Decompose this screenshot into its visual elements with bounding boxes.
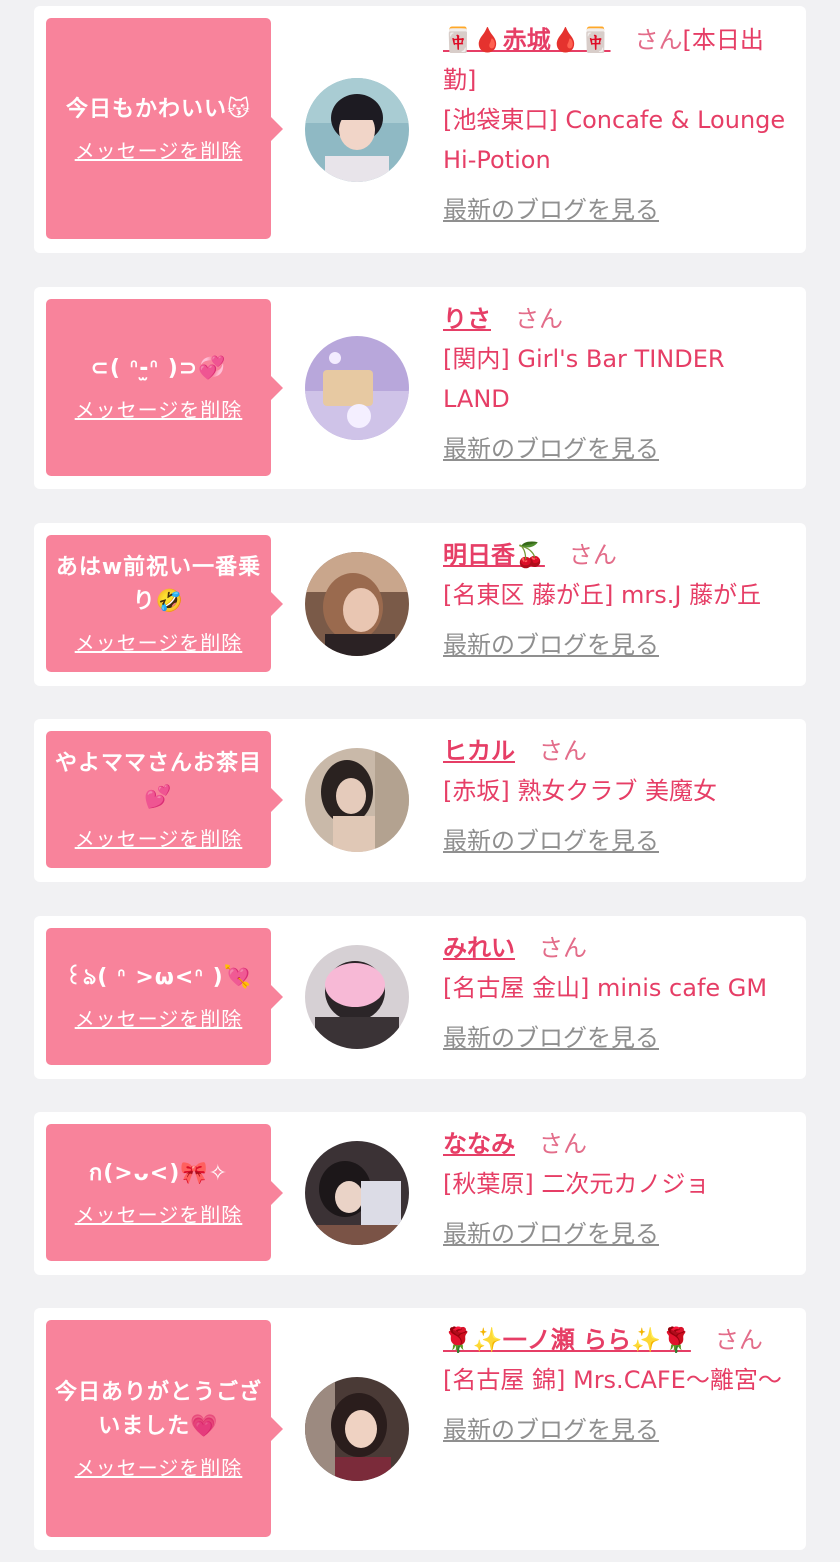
message-text: ก(>ᴗ<)🎀✧ — [88, 1161, 229, 1186]
latest-blog-link[interactable]: 最新のブログを見る — [443, 821, 659, 861]
cast-name-link[interactable]: ななみ — [443, 1130, 515, 1158]
avatar[interactable] — [305, 1377, 409, 1481]
message-list: 今日もかわいい😽 メッセージを削除 🀄🩸赤城🩸🀄 さん[本日出勤] [池袋東口] … — [0, 0, 840, 1562]
message-bubble: ꒰ঌ( ᐢ >ω<ᐢ )💘 メッセージを削除 — [46, 928, 283, 1065]
message-text: ⊂( ᐢ-̫ᐢ )⊃💞 — [90, 356, 227, 381]
avatar[interactable] — [305, 748, 409, 852]
list-item: ꒰ঌ( ᐢ >ω<ᐢ )💘 メッセージを削除 みれい さん [名古屋 金山] mi… — [34, 916, 806, 1079]
honorific: さん — [634, 26, 683, 54]
cast-name-link[interactable]: 明日香🍒 — [443, 541, 545, 569]
avatar[interactable] — [305, 552, 409, 656]
message-text: 今日ありがとうございました💗 — [54, 1380, 262, 1439]
latest-blog-link[interactable]: 最新のブログを見る — [443, 1410, 659, 1450]
message-bubble: あはw前祝い一番乗り🤣 メッセージを削除 — [46, 535, 283, 672]
avatar[interactable] — [305, 78, 409, 182]
message-bubble: ⊂( ᐢ-̫ᐢ )⊃💞 メッセージを削除 — [46, 299, 283, 476]
cast-name-link[interactable]: ヒカル — [443, 737, 515, 765]
cast-info: 🀄🩸赤城🩸🀄 さん[本日出勤] [池袋東口] Concafe & Lounge H… — [443, 20, 795, 230]
message-bubble: 今日もかわいい😽 メッセージを削除 — [46, 18, 283, 239]
latest-blog-link[interactable]: 最新のブログを見る — [443, 1214, 659, 1254]
delete-message-link[interactable]: メッセージを削除 — [75, 627, 243, 656]
delete-message-link[interactable]: メッセージを削除 — [75, 135, 243, 164]
shop-name: [関内] Girl's Bar TINDER LAND — [443, 345, 725, 413]
delete-message-link[interactable]: メッセージを削除 — [75, 1199, 243, 1228]
delete-message-link[interactable]: メッセージを削除 — [75, 823, 243, 852]
honorific: さん — [539, 1130, 587, 1158]
avatar[interactable] — [305, 336, 409, 440]
shop-name: [赤坂] 熟女クラブ 美魔女 — [443, 777, 717, 805]
cast-info: ヒカル さん [赤坂] 熟女クラブ 美魔女 最新のブログを見る — [443, 731, 795, 861]
list-item: ⊂( ᐢ-̫ᐢ )⊃💞 メッセージを削除 りさ さん [関内] Girl's Ba… — [34, 287, 806, 489]
cast-name-link[interactable]: りさ — [443, 305, 491, 333]
shop-name: [池袋東口] Concafe & Lounge Hi-Potion — [443, 106, 786, 174]
avatar[interactable] — [305, 945, 409, 1049]
cast-info: みれい さん [名古屋 金山] minis cafe GM 最新のブログを見る — [443, 928, 795, 1058]
latest-blog-link[interactable]: 最新のブログを見る — [443, 1018, 659, 1058]
message-text: やよママさんお茶目💕 — [54, 751, 262, 810]
latest-blog-link[interactable]: 最新のブログを見る — [443, 625, 659, 665]
honorific: さん — [539, 934, 587, 962]
list-item: あはw前祝い一番乗り🤣 メッセージを削除 明日香🍒 さん [名東区 藤が丘] mr… — [34, 523, 806, 686]
delete-message-link[interactable]: メッセージを削除 — [75, 394, 243, 423]
list-item: 今日ありがとうございました💗 メッセージを削除 🌹✨一ノ瀬 らら✨🌹 さん [名古… — [34, 1308, 806, 1550]
delete-message-link[interactable]: メッセージを削除 — [75, 1003, 243, 1032]
cast-info: 明日香🍒 さん [名東区 藤が丘] mrs.J 藤が丘 最新のブログを見る — [443, 535, 795, 665]
shop-name: [名古屋 金山] minis cafe GM — [443, 974, 768, 1002]
delete-message-link[interactable]: メッセージを削除 — [75, 1452, 243, 1481]
honorific: さん — [515, 305, 563, 333]
message-bubble: やよママさんお茶目💕 メッセージを削除 — [46, 731, 283, 868]
message-text: 今日もかわいい😽 — [66, 97, 251, 122]
honorific: さん — [539, 737, 587, 765]
shop-name: [名古屋 錦] Mrs.CAFE〜離宮〜 — [443, 1366, 782, 1394]
latest-blog-link[interactable]: 最新のブログを見る — [443, 190, 659, 230]
avatar[interactable] — [305, 1141, 409, 1245]
message-text: ꒰ঌ( ᐢ >ω<ᐢ )💘 — [64, 965, 253, 990]
cast-info: 🌹✨一ノ瀬 らら✨🌹 さん [名古屋 錦] Mrs.CAFE〜離宮〜 最新のブログ… — [443, 1320, 795, 1450]
list-item: ก(>ᴗ<)🎀✧ メッセージを削除 ななみ さん [秋葉原] 二次元カノジョ 最新… — [34, 1112, 806, 1275]
cast-info: りさ さん [関内] Girl's Bar TINDER LAND 最新のブログを… — [443, 299, 795, 469]
honorific: さん — [568, 541, 617, 569]
honorific: さん — [714, 1326, 763, 1354]
shop-name: [名東区 藤が丘] mrs.J 藤が丘 — [443, 581, 762, 609]
message-bubble: ก(>ᴗ<)🎀✧ メッセージを削除 — [46, 1124, 283, 1261]
cast-info: ななみ さん [秋葉原] 二次元カノジョ 最新のブログを見る — [443, 1124, 795, 1254]
message-text: あはw前祝い一番乗り🤣 — [55, 555, 262, 614]
list-item: やよママさんお茶目💕 メッセージを削除 ヒカル さん [赤坂] 熟女クラブ 美魔女… — [34, 719, 806, 882]
cast-name-link[interactable]: 🌹✨一ノ瀬 らら✨🌹 — [443, 1326, 691, 1354]
cast-name-link[interactable]: みれい — [443, 934, 515, 962]
latest-blog-link[interactable]: 最新のブログを見る — [443, 429, 659, 469]
cast-name-link[interactable]: 🀄🩸赤城🩸🀄 — [443, 26, 611, 54]
message-bubble: 今日ありがとうございました💗 メッセージを削除 — [46, 1320, 283, 1537]
shop-name: [秋葉原] 二次元カノジョ — [443, 1170, 710, 1198]
list-item: 今日もかわいい😽 メッセージを削除 🀄🩸赤城🩸🀄 さん[本日出勤] [池袋東口] … — [34, 6, 806, 253]
